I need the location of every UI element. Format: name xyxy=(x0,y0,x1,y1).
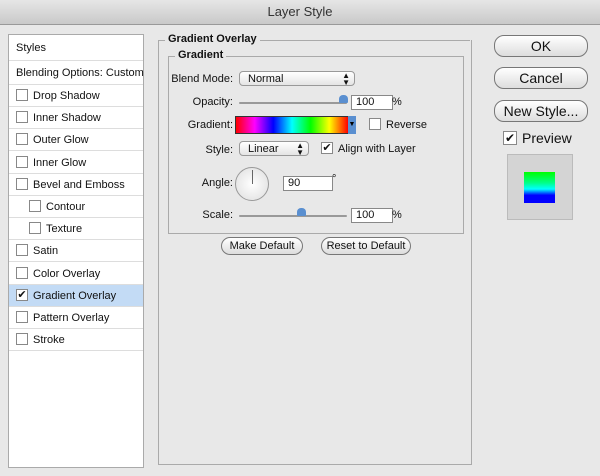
checkbox-icon xyxy=(369,118,381,131)
reverse-checkbox[interactable]: Reverse xyxy=(369,118,427,131)
opacity-unit: % xyxy=(392,96,402,108)
style-item-label: Satin xyxy=(33,245,59,258)
align-label: Align with Layer xyxy=(338,143,416,155)
style-item-label: Color Overlay xyxy=(33,267,101,280)
gradient-dropdown-icon[interactable]: ▼ xyxy=(348,116,356,134)
preview-label: Preview xyxy=(522,130,572,146)
cancel-button[interactable]: Cancel xyxy=(494,67,588,89)
style-item-color-overlay[interactable]: Color Overlay xyxy=(9,263,143,285)
preview-checkbox[interactable]: ✔ Preview xyxy=(503,130,572,146)
opacity-slider[interactable] xyxy=(239,102,347,104)
style-item-label: Texture xyxy=(46,223,83,236)
style-label: Style: xyxy=(205,144,233,156)
blend-mode-select[interactable]: Normal ▲ ▼ xyxy=(239,71,355,87)
opacity-slider-thumb[interactable] xyxy=(339,95,348,103)
style-item-label: Pattern Overlay xyxy=(33,312,110,324)
align-with-layer-checkbox[interactable]: ✔ Align with Layer xyxy=(321,142,416,155)
angle-unit: ° xyxy=(332,173,337,185)
checkmark-icon: ✔ xyxy=(321,142,333,155)
group-title: Gradient xyxy=(175,49,227,61)
angle-needle xyxy=(252,170,253,184)
scale-slider-thumb[interactable] xyxy=(297,208,306,216)
make-default-button[interactable]: Make Default xyxy=(221,237,303,255)
style-value: Linear xyxy=(248,143,279,155)
opacity-input[interactable]: 100 xyxy=(351,95,393,110)
checkbox-icon[interactable] xyxy=(29,222,41,235)
gradient-label: Gradient: xyxy=(187,119,233,131)
checkbox-icon[interactable] xyxy=(16,311,28,324)
blending-options[interactable]: Blending Options: Custom xyxy=(9,61,144,85)
new-style-button[interactable]: New Style... xyxy=(494,100,588,122)
reverse-label: Reverse xyxy=(386,119,427,131)
style-item-label: Gradient Overlay xyxy=(33,289,117,302)
checkbox-icon[interactable] xyxy=(16,133,28,146)
style-item-label: Drop Shadow xyxy=(33,90,100,102)
checkmark-icon: ✔ xyxy=(503,131,517,146)
panel-title: Gradient Overlay xyxy=(165,33,260,45)
checkbox-icon[interactable] xyxy=(16,266,28,279)
checkbox-icon[interactable] xyxy=(16,177,28,190)
style-item-contour[interactable]: Contour xyxy=(9,196,143,218)
style-item-gradient-overlay[interactable]: ✔ Gradient Overlay xyxy=(9,284,143,307)
blend-mode-label: Blend Mode: xyxy=(171,73,233,85)
gradient-group: Gradient Blend Mode: Normal ▲ ▼ Opacity: 1… xyxy=(168,49,464,234)
style-item-label: Stroke xyxy=(33,334,65,347)
opacity-label: Opacity: xyxy=(192,96,233,108)
style-item-stroke[interactable]: Stroke xyxy=(9,329,143,352)
scale-slider[interactable] xyxy=(239,215,347,217)
blend-mode-value: Normal xyxy=(248,73,284,85)
style-item-inner-shadow[interactable]: Inner Shadow xyxy=(9,107,143,130)
preview-thumbnail xyxy=(507,154,573,220)
reset-to-default-button[interactable]: Reset to Default xyxy=(321,237,411,255)
styles-header[interactable]: Styles xyxy=(9,35,143,61)
checkmark-icon[interactable]: ✔ xyxy=(16,288,28,301)
checkbox-icon[interactable] xyxy=(16,89,28,102)
ok-button[interactable]: OK xyxy=(494,35,588,57)
gradient-picker[interactable] xyxy=(235,116,349,134)
style-item-bevel-and-emboss[interactable]: Bevel and Emboss xyxy=(9,174,143,196)
checkbox-icon[interactable] xyxy=(16,244,28,257)
scale-unit: % xyxy=(392,209,402,221)
style-item-satin[interactable]: Satin xyxy=(9,240,143,263)
style-item-label: Contour xyxy=(46,201,86,213)
styles-list: Styles Blending Options: Custom Drop Sha… xyxy=(8,34,144,468)
angle-input[interactable]: 90 xyxy=(283,176,333,191)
angle-label: Angle: xyxy=(201,177,233,189)
style-item-outer-glow[interactable]: Outer Glow xyxy=(9,129,143,152)
preview-swatch xyxy=(524,172,555,203)
style-item-inner-glow[interactable]: Inner Glow xyxy=(9,152,143,174)
style-item-label: Inner Glow xyxy=(33,156,87,169)
updown-icon: ▲ ▼ xyxy=(296,141,304,157)
style-item-drop-shadow[interactable]: Drop Shadow xyxy=(9,85,143,107)
checkbox-icon[interactable] xyxy=(29,200,41,213)
scale-label: Scale: xyxy=(202,209,233,221)
style-item-pattern-overlay[interactable]: Pattern Overlay xyxy=(9,307,143,329)
style-item-label: Bevel and Emboss xyxy=(33,178,125,191)
style-item-texture[interactable]: Texture xyxy=(9,218,143,241)
checkbox-icon[interactable] xyxy=(16,111,28,124)
updown-icon: ▲ ▼ xyxy=(342,71,350,87)
style-select[interactable]: Linear ▲ ▼ xyxy=(239,141,309,157)
style-item-label: Inner Shadow xyxy=(33,112,101,125)
style-item-label: Outer Glow xyxy=(33,134,89,147)
checkbox-icon[interactable] xyxy=(16,155,28,168)
title-bar: Layer Style xyxy=(0,0,600,25)
scale-input[interactable]: 100 xyxy=(351,208,393,223)
checkbox-icon[interactable] xyxy=(16,333,28,346)
angle-dial[interactable] xyxy=(235,167,269,201)
gradient-overlay-panel: Gradient Overlay Gradient Blend Mode: No… xyxy=(158,33,472,465)
